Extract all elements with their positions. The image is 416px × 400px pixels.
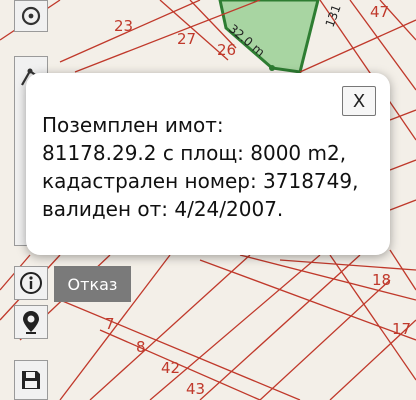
- crosshair-icon: [21, 6, 41, 26]
- parcel-number: 27: [177, 30, 196, 48]
- parcel-info-popup: X Поземплен имот: 81178.29.2 с площ: 800…: [26, 73, 390, 255]
- info-icon: [20, 272, 42, 294]
- info-button[interactable]: [14, 266, 48, 300]
- parcel-number: 17: [392, 320, 411, 338]
- map-pin-icon: [23, 311, 39, 334]
- cancel-tooltip[interactable]: Отказ: [54, 266, 131, 302]
- parcel-number: 26: [217, 41, 236, 59]
- parcel-info-title: Поземплен имот:: [42, 113, 224, 137]
- parcel-number: 43: [186, 380, 205, 398]
- map-pin-button[interactable]: [14, 305, 48, 339]
- save-button[interactable]: [14, 360, 48, 400]
- parcel-number: 23: [114, 17, 133, 35]
- floppy-disk-icon: [22, 371, 40, 389]
- parcel-info-cadastral-number: кадастрален номер: 3718749,: [42, 169, 359, 193]
- parcel-number: 42: [161, 359, 180, 377]
- parcel-info-valid-from: валиден от: 4/24/2007.: [42, 197, 284, 221]
- parcel-info-text: Поземплен имот: 81178.29.2 с площ: 8000 …: [42, 111, 386, 223]
- parcel-number: 18: [372, 271, 391, 289]
- parcel-number: 47: [370, 3, 389, 21]
- parcel-number: 7: [105, 315, 115, 333]
- parcel-number: 8: [136, 338, 146, 356]
- parcel-info-area: 81178.29.2 с площ: 8000 m2,: [42, 141, 347, 165]
- vertex-marker: [269, 65, 275, 71]
- locate-button[interactable]: [14, 0, 48, 32]
